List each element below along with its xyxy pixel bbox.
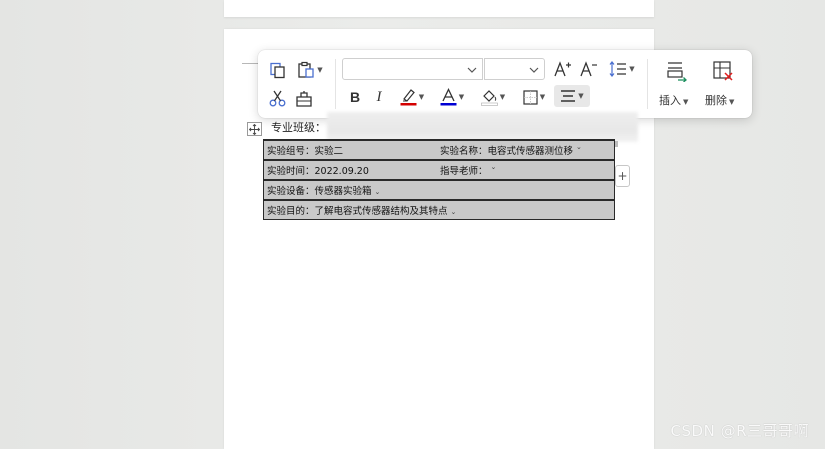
line-spacing-button[interactable]: ▼ (607, 59, 637, 79)
paste-icon (298, 61, 314, 78)
italic-button[interactable]: I (370, 87, 388, 107)
delete-label[interactable]: 删除 ▼ (705, 92, 734, 108)
chevron-down-icon: ▼ (629, 64, 635, 73)
chevron-down-icon: ▼ (499, 92, 506, 101)
paragraph-mark-icon: ⌄ (450, 208, 457, 216)
table-row: 实验目的：了解电容式传感器结构及其特点 ⌄ (263, 199, 615, 220)
chevron-down-icon: ▼ (683, 98, 689, 106)
border-button[interactable]: ▼ (519, 87, 549, 107)
increase-font-button[interactable] (553, 59, 573, 79)
plus-icon: + (617, 169, 628, 183)
delete-button[interactable] (706, 58, 740, 84)
paragraph-mark-icon: ⌄ (490, 163, 497, 171)
paste-button[interactable]: ▼ (294, 60, 326, 80)
insert-button[interactable] (660, 58, 694, 84)
chevron-down-icon: ▼ (539, 92, 546, 101)
cut-icon (269, 90, 285, 106)
table-cell[interactable]: 实验组号：实验二 实验名称：电容式传感器测位移 ⌄ (263, 139, 615, 161)
font-color-button[interactable]: ▼ (437, 87, 467, 107)
align-center-icon (561, 90, 576, 102)
margin-corner-mark (242, 63, 258, 64)
font-name-input[interactable] (343, 60, 482, 80)
chevron-down-icon (467, 67, 477, 73)
chevron-down-icon: ▼ (458, 92, 465, 101)
chevron-down-icon: ▼ (578, 91, 584, 100)
table-move-handle[interactable] (247, 122, 262, 136)
delete-table-icon (713, 61, 733, 81)
bold-button[interactable]: B (346, 87, 364, 107)
add-column-button[interactable]: + (615, 165, 630, 187)
table-cell[interactable]: 实验时间：2022.09.20 指导老师： ⌄ (263, 159, 615, 181)
table-row: 实验时间：2022.09.20 指导老师： ⌄ (263, 159, 615, 181)
format-painter-icon (296, 90, 312, 107)
font-color-icon (440, 88, 457, 106)
highlight-button[interactable]: ▼ (397, 87, 427, 107)
table-floating-toolbar: ▼ ▼ B I ▼ ▼ ▼ ▼ ▼ 插入 ▼ 删除 ▼ (258, 50, 752, 118)
italic-icon: I (376, 88, 382, 105)
watermark: CSDN @R三哥哥啊 (670, 422, 809, 440)
previous-page (224, 0, 654, 17)
chevron-down-icon: ▼ (317, 65, 323, 74)
fill-color-button[interactable]: ▼ (478, 87, 508, 107)
chevron-down-icon (529, 67, 539, 73)
font-size-select[interactable] (484, 58, 545, 80)
major-class-label: 专业班级： (271, 121, 326, 134)
decrease-font-icon (580, 61, 597, 77)
chevron-down-icon: ▼ (729, 98, 735, 106)
redacted-area (327, 112, 638, 142)
highlight-icon (400, 89, 417, 106)
toolbar-separator (647, 59, 648, 109)
align-button[interactable]: ▼ (554, 85, 590, 107)
fill-color-icon (480, 90, 498, 106)
table-row: 实验组号：实验二 实验名称：电容式传感器测位移 ⌄ (263, 139, 615, 161)
format-painter-button[interactable] (294, 88, 314, 108)
chevron-down-icon: ▼ (418, 92, 425, 101)
table-cell[interactable]: 实验目的：了解电容式传感器结构及其特点 ⌄ (263, 199, 615, 220)
insert-label[interactable]: 插入 ▼ (659, 92, 688, 108)
insert-row-icon (667, 62, 687, 82)
bold-icon: B (349, 89, 361, 105)
copy-button[interactable] (268, 60, 286, 80)
paragraph-mark-icon: ⌄ (374, 188, 381, 196)
cut-button[interactable] (268, 88, 286, 108)
experiment-info-table: 实验组号：实验二 实验名称：电容式传感器测位移 ⌄ 实验时间：2022.09.20… (263, 139, 615, 220)
table-cell[interactable]: 实验设备：传感器实验箱 ⌄ (263, 179, 615, 201)
line-spacing-icon (609, 61, 627, 77)
move-icon (249, 123, 260, 135)
copy-icon (269, 62, 285, 78)
paragraph-mark-icon: ⌄ (576, 143, 582, 151)
decrease-font-button[interactable] (579, 59, 599, 79)
table-row: 实验设备：传感器实验箱 ⌄ (263, 179, 615, 201)
border-icon (523, 89, 538, 105)
increase-font-icon (554, 61, 571, 77)
toolbar-separator (335, 59, 336, 109)
font-name-select[interactable] (342, 58, 483, 80)
